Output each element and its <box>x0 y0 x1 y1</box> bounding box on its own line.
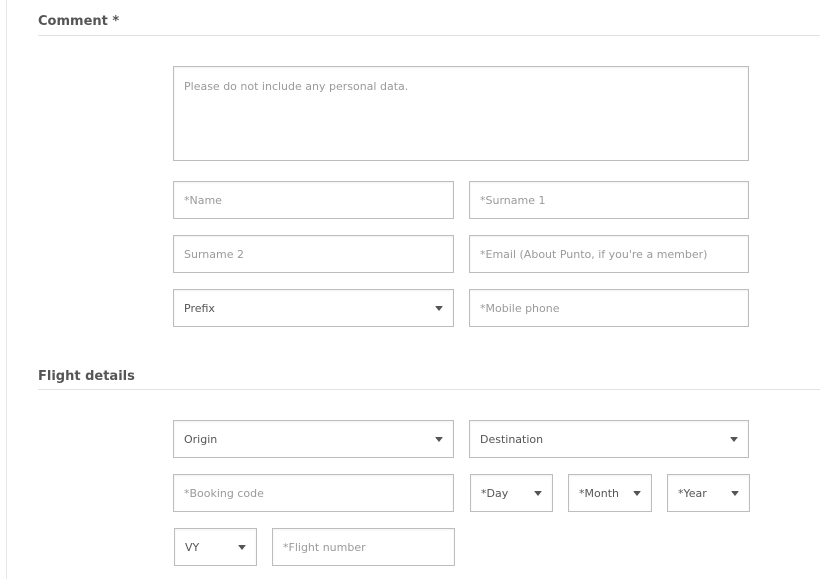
chevron-down-icon <box>731 490 739 496</box>
prefix-select[interactable]: Prefix <box>173 289 454 327</box>
flight-section-title: Flight details <box>38 369 135 384</box>
comment-section-divider <box>38 35 820 36</box>
name-placeholder: *Name <box>184 193 222 207</box>
year-select-value: *Year <box>678 486 707 500</box>
booking-code-input[interactable]: *Booking code <box>173 474 454 512</box>
airline-code-select-value: VY <box>185 540 200 554</box>
flight-number-placeholder: *Flight number <box>283 540 366 554</box>
flight-number-input[interactable]: *Flight number <box>272 528 455 566</box>
email-input[interactable]: *Email (About Punto, if you're a member) <box>469 235 749 273</box>
prefix-select-value: Prefix <box>184 301 215 315</box>
email-placeholder: *Email (About Punto, if you're a member) <box>480 247 708 261</box>
destination-select[interactable]: Destination <box>469 420 749 458</box>
destination-select-value: Destination <box>480 432 544 446</box>
origin-select-value: Origin <box>184 432 218 446</box>
chevron-down-icon <box>435 436 443 442</box>
mobile-phone-placeholder: *Mobile phone <box>480 301 560 315</box>
surname1-input[interactable]: *Surname 1 <box>469 181 749 219</box>
mobile-phone-input[interactable]: *Mobile phone <box>469 289 749 327</box>
year-select[interactable]: *Year <box>667 474 750 512</box>
comment-placeholder: Please do not include any personal data. <box>184 80 409 93</box>
surname1-placeholder: *Surname 1 <box>480 193 546 207</box>
chevron-down-icon <box>730 436 738 442</box>
airline-code-select[interactable]: VY <box>174 528 257 566</box>
name-input[interactable]: *Name <box>173 181 454 219</box>
day-select[interactable]: *Day <box>470 474 553 512</box>
month-select-value: *Month <box>579 486 619 500</box>
day-select-value: *Day <box>481 486 509 500</box>
booking-code-placeholder: *Booking code <box>184 486 264 500</box>
month-select[interactable]: *Month <box>568 474 652 512</box>
chevron-down-icon <box>534 490 542 496</box>
surname2-input[interactable]: Surname 2 <box>173 235 454 273</box>
chevron-down-icon <box>435 305 443 311</box>
surname2-placeholder: Surname 2 <box>184 247 244 261</box>
page-left-border <box>6 0 7 579</box>
comment-textarea[interactable]: Please do not include any personal data. <box>173 66 749 161</box>
comment-section-title: Comment * <box>38 14 120 29</box>
flight-section-divider <box>38 389 820 390</box>
origin-select[interactable]: Origin <box>173 420 454 458</box>
chevron-down-icon <box>238 544 246 550</box>
chevron-down-icon <box>633 490 641 496</box>
